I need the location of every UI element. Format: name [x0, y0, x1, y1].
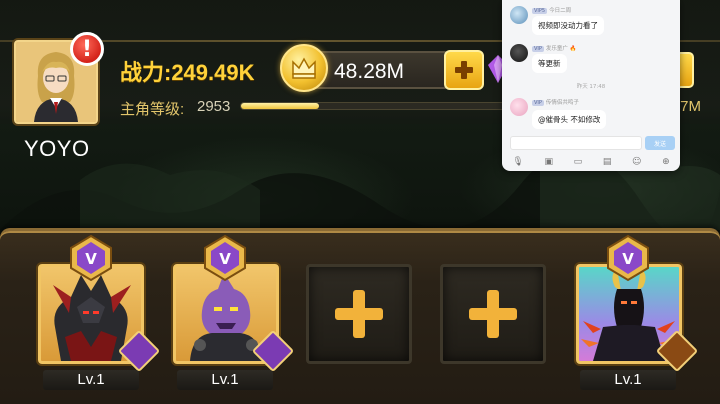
- xp-progress-bar: [240, 102, 530, 110]
- add-hero-plus-icon: [335, 290, 383, 338]
- hero-level: Lv.1: [177, 370, 273, 390]
- chat-input[interactable]: [510, 136, 642, 150]
- vip-badge-icon: V: [204, 234, 246, 282]
- player-level-value: 2953: [197, 98, 231, 115]
- image-icon[interactable]: ▣: [544, 157, 553, 167]
- player-name: YOYO: [24, 136, 90, 161]
- chat-avatar: [510, 98, 528, 116]
- plus-icon: [455, 61, 473, 79]
- chat-toolbar: 🎙 ▣ ▭ ▤ ☺ ⊕: [502, 154, 680, 170]
- file-icon[interactable]: ▤: [603, 157, 612, 167]
- combat-power: 战力:249.49K: [120, 60, 255, 85]
- crown-icon: [292, 57, 316, 79]
- chat-avatar: [510, 6, 528, 24]
- hero-level: Lv.1: [43, 370, 139, 390]
- chat-avatar: [510, 44, 528, 62]
- gold-amount: 48.28M: [334, 60, 405, 83]
- mic-icon[interactable]: 🎙: [512, 157, 523, 167]
- chat-bubble: 等更新: [532, 54, 567, 73]
- add-icon[interactable]: ⊕: [662, 157, 670, 167]
- add-gold-button[interactable]: [444, 50, 484, 90]
- chat-meta: VIP 传情侣共鸣子: [532, 98, 579, 106]
- xp-progress-fill: [241, 103, 319, 109]
- vip-badge-label: V: [219, 250, 231, 268]
- hero-level: Lv.1: [580, 370, 676, 390]
- chat-bubble: 视频即没动力看了: [532, 16, 604, 35]
- vip-badge-label: V: [622, 250, 634, 268]
- chat-bubble: @催骨头 不如修改: [532, 110, 607, 129]
- chat-overlay: VIP5 今日二周 视频即没动力看了 VIP 发乐童广 🔥 等更新 昨天 17:48…: [502, 0, 680, 171]
- gold-coin-icon: [280, 44, 328, 92]
- chat-time-divider: 昨天 17:48: [576, 84, 606, 90]
- hero-slot-4-empty[interactable]: [440, 264, 546, 364]
- chat-meta-text: 传情侣共鸣子: [545, 100, 579, 106]
- vip-tag: VIP: [532, 100, 544, 106]
- vip-badge-icon: V: [70, 234, 112, 282]
- vip-badge-icon: V: [607, 234, 649, 282]
- player-level-label: 主角等级:: [120, 101, 185, 118]
- hero-slot-3-empty[interactable]: [306, 264, 412, 364]
- vip-badge-label: V: [85, 250, 97, 268]
- video-icon[interactable]: ▭: [574, 157, 583, 167]
- send-button[interactable]: 发送: [645, 136, 675, 150]
- vip-tag: VIP5: [532, 8, 548, 14]
- chat-input-bar: 发送: [502, 134, 680, 152]
- add-hero-plus-icon: [469, 290, 517, 338]
- chat-meta-text: 今日二周: [549, 8, 572, 14]
- chat-meta: VIP5 今日二周: [532, 6, 571, 14]
- emoji-icon[interactable]: ☺: [632, 157, 641, 167]
- vip-tag: VIP: [532, 46, 544, 52]
- alert-icon[interactable]: !: [70, 32, 104, 66]
- chat-meta: VIP 发乐童广 🔥: [532, 44, 577, 52]
- chat-meta-text: 发乐童广 🔥: [545, 46, 577, 52]
